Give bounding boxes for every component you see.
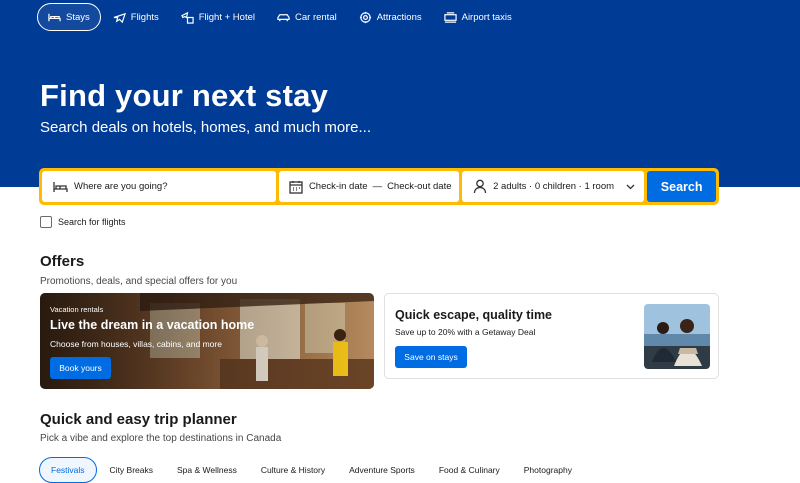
- destination-input[interactable]: Where are you going?: [74, 181, 167, 192]
- nav-tab-attractions[interactable]: Attractions: [349, 3, 432, 31]
- nav-tab-label: Airport taxis: [461, 11, 512, 23]
- offer-text: Save up to 20% with a Getaway Deal: [395, 327, 536, 337]
- guests-selector[interactable]: 2 adults · 0 children · 1 room: [462, 171, 645, 202]
- chip-festivals[interactable]: Festivals: [39, 457, 97, 483]
- checkin-date[interactable]: Check-in date: [309, 181, 368, 192]
- hero-subtitle: Search deals on hotels, homes, and much …: [40, 119, 372, 136]
- couple-photo: [644, 304, 710, 369]
- search-flights-option[interactable]: Search for flights: [40, 216, 126, 228]
- chip-culture-history[interactable]: Culture & History: [250, 457, 336, 483]
- nav-tab-flight-hotel[interactable]: Flight + Hotel: [171, 3, 265, 31]
- nav-tab-airport-taxis[interactable]: Airport taxis: [434, 3, 522, 31]
- chip-food-culinary[interactable]: Food & Culinary: [428, 457, 511, 483]
- offers-subtitle: Promotions, deals, and special offers fo…: [40, 276, 238, 287]
- offers-title: Offers: [40, 253, 85, 270]
- planner-subtitle: Pick a vibe and explore the top destinat…: [40, 433, 282, 444]
- nav-tab-label: Stays: [66, 11, 90, 23]
- search-flights-checkbox[interactable]: [40, 216, 52, 228]
- nav-tab-flights[interactable]: Flights: [103, 3, 169, 31]
- destination-field[interactable]: Where are you going?: [42, 171, 276, 202]
- bed-icon: [53, 181, 68, 192]
- search-button[interactable]: Search: [647, 171, 716, 202]
- calendar-icon: [289, 180, 303, 194]
- save-on-stays-button[interactable]: Save on stays: [395, 346, 467, 368]
- nav-tab-label: Attractions: [376, 11, 422, 23]
- hero-title: Find your next stay: [40, 78, 329, 113]
- offer-heading: Quick escape, quality time: [395, 308, 553, 322]
- offer-tag: Vacation rentals: [50, 305, 104, 314]
- guests-label: 2 adults · 0 children · 1 room: [493, 181, 615, 192]
- nav-tab-stays[interactable]: Stays: [37, 3, 101, 31]
- date-separator: —: [372, 181, 383, 192]
- bed-icon: [48, 13, 61, 21]
- chip-city-breaks[interactable]: City Breaks: [99, 457, 164, 483]
- plane-icon: [113, 12, 126, 23]
- taxi-icon: [443, 11, 457, 23]
- checkout-date[interactable]: Check-out date: [387, 181, 451, 192]
- chip-photography[interactable]: Photography: [513, 457, 583, 483]
- hero-banner: Stays Flights Flight + Hotel Car rental …: [0, 0, 800, 187]
- nav-tab-label: Flights: [130, 11, 159, 23]
- book-yours-button[interactable]: Book yours: [50, 357, 111, 379]
- offer-heading: Live the dream in a vacation home: [50, 318, 255, 332]
- attractions-icon: [359, 11, 371, 23]
- top-nav: Stays Flights Flight + Hotel Car rental …: [37, 3, 524, 31]
- nav-tab-car-rental[interactable]: Car rental: [267, 3, 347, 31]
- flight-hotel-icon: [180, 11, 194, 24]
- nav-tab-label: Flight + Hotel: [198, 11, 255, 23]
- date-picker[interactable]: Check-in date — Check-out date: [278, 171, 460, 202]
- vacation-rentals-offer-card[interactable]: Vacation rentals Live the dream in a vac…: [40, 293, 374, 389]
- search-bar: Where are you going? Check-in date — Che…: [39, 168, 719, 205]
- person-icon: [473, 179, 487, 194]
- chip-spa-wellness[interactable]: Spa & Wellness: [166, 457, 248, 483]
- search-flights-label: Search for flights: [58, 217, 126, 227]
- chevron-down-icon: [626, 184, 635, 190]
- vibe-chips: Festivals City Breaks Spa & Wellness Cul…: [39, 457, 585, 483]
- offer-text: Choose from houses, villas, cabins, and …: [50, 339, 222, 349]
- nav-tab-label: Car rental: [295, 11, 337, 23]
- chip-adventure-sports[interactable]: Adventure Sports: [338, 457, 426, 483]
- planner-title: Quick and easy trip planner: [40, 411, 237, 428]
- getaway-deal-offer-card[interactable]: Quick escape, quality time Save up to 20…: [384, 293, 719, 379]
- car-icon: [277, 13, 290, 21]
